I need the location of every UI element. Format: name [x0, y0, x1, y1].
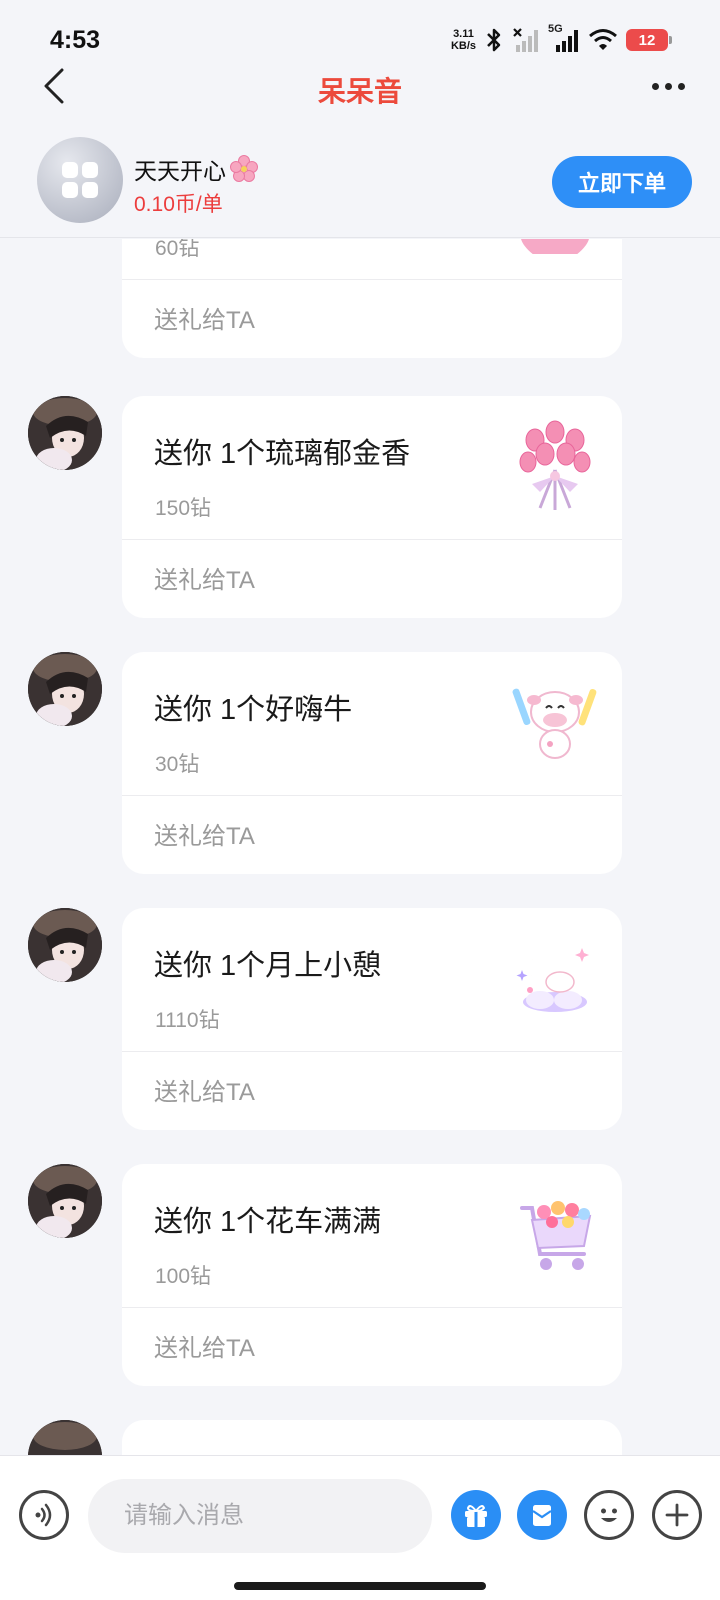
wifi-icon	[589, 29, 617, 50]
send-gift-link[interactable]: 送礼给TA	[154, 1072, 255, 1107]
card-divider	[122, 1307, 622, 1308]
page-title: 呆呆音	[317, 76, 402, 107]
card-divider	[122, 795, 622, 796]
avatar[interactable]	[28, 652, 102, 726]
gift-message	[0, 1420, 720, 1455]
service-name: 天天开心	[134, 152, 258, 186]
net-speed: 3.11 KB/s	[451, 28, 476, 52]
home-indicator[interactable]	[234, 1582, 486, 1590]
avatar[interactable]	[28, 1420, 102, 1455]
status-icons: 3.11 KB/s 5G 12	[451, 23, 672, 56]
gift-message: 送你 1个月上小憩 1110钻 送礼给TA	[0, 908, 720, 1130]
send-gift-link[interactable]: 送礼给TA	[154, 560, 255, 595]
send-gift-link[interactable]: 送礼给TA	[154, 300, 255, 335]
gift-title: 送你 1个琉璃郁金香	[154, 438, 411, 470]
user-avatar-icon	[28, 652, 102, 726]
red-packet-button[interactable]	[517, 1490, 567, 1540]
top-header: 呆呆音	[0, 60, 720, 112]
service-price: 0.10币/单	[134, 193, 223, 216]
gift-card[interactable]: 送你 1个好嗨牛 30钻 送礼给TA	[122, 652, 622, 874]
more-dot-icon	[651, 82, 659, 90]
emoji-icon	[601, 1508, 617, 1522]
chat-list[interactable]: 60钻 送礼给TA 送你 1个琉璃郁金香 150钻 送礼给TA 送你 1个好嗨牛…	[0, 239, 720, 1455]
gift-message: 送你 1个琉璃郁金香 150钻 送礼给TA	[0, 396, 720, 618]
gift-title: 送你 1个月上小憩	[154, 950, 382, 982]
gift-title: 送你 1个花车满满	[154, 1206, 382, 1238]
gift-price: 100钻	[155, 1265, 212, 1288]
more-dot-icon	[677, 82, 685, 90]
red-packet-icon	[532, 1505, 552, 1526]
battery-indicator: 12	[626, 29, 672, 51]
gift-card[interactable]	[122, 1420, 622, 1455]
gift-card[interactable]: 送你 1个月上小憩 1110钻 送礼给TA	[122, 908, 622, 1130]
more-actions-button[interactable]	[652, 1490, 702, 1540]
plus-icon	[665, 1503, 689, 1527]
heart-gift-icon	[521, 239, 589, 254]
net-speed-value: 3.11	[453, 28, 474, 40]
emoji-button[interactable]	[584, 1490, 634, 1540]
service-name-text: 天天开心	[134, 158, 226, 184]
card-divider	[122, 1051, 622, 1052]
net-speed-unit: KB/s	[450, 40, 476, 52]
gift-card[interactable]: 送你 1个琉璃郁金香 150钻 送礼给TA	[122, 396, 622, 618]
gift-message: 送你 1个好嗨牛 30钻 送礼给TA	[0, 652, 720, 874]
gift-title: 送你 1个好嗨牛	[154, 694, 353, 726]
gift-button[interactable]	[451, 1490, 501, 1540]
bluetooth-icon	[487, 28, 501, 52]
network-5g: 5G	[548, 23, 580, 53]
gift-price: 30钻	[155, 753, 200, 776]
input-bar	[0, 1455, 720, 1600]
gift-price: 150钻	[155, 497, 212, 520]
gift-price: 60钻	[155, 239, 200, 260]
gift-message: 60钻 送礼给TA	[0, 239, 720, 358]
card-divider	[122, 539, 622, 540]
voice-button[interactable]	[19, 1490, 69, 1540]
service-avatar[interactable]	[37, 137, 123, 223]
gift-price: 1110钻	[155, 1009, 220, 1032]
gift-card[interactable]: 送你 1个花车满满 100钻 送礼给TA	[122, 1164, 622, 1386]
send-gift-link[interactable]: 送礼给TA	[154, 1328, 255, 1363]
avatar[interactable]	[28, 1164, 102, 1238]
gift-message: 送你 1个花车满满 100钻 送礼给TA	[0, 1164, 720, 1386]
gift-card[interactable]: 60钻 送礼给TA	[122, 239, 622, 358]
user-avatar-icon	[28, 396, 102, 470]
avatar[interactable]	[28, 396, 102, 470]
order-now-button[interactable]: 立即下单	[552, 156, 692, 208]
more-options-button[interactable]	[644, 66, 692, 106]
avatar[interactable]	[28, 908, 102, 982]
service-bar: 天天开心 0.10币/单 立即下单	[0, 130, 720, 238]
user-avatar-icon	[28, 1420, 102, 1455]
flower-cart-icon	[520, 1201, 592, 1270]
status-time: 4:53	[50, 26, 101, 54]
happy-cow-icon	[512, 688, 597, 759]
signal-icon	[556, 30, 578, 52]
user-avatar-icon	[28, 908, 102, 982]
user-avatar-icon	[28, 1164, 102, 1238]
moon-nap-icon	[516, 948, 589, 1012]
voice-icon	[35, 1503, 52, 1527]
more-dot-icon	[664, 82, 672, 90]
signal-muted-icon	[513, 28, 538, 52]
cherry-blossom-icon	[230, 155, 258, 182]
card-divider	[122, 279, 622, 280]
apps-grid-icon	[62, 162, 98, 198]
send-gift-link[interactable]: 送礼给TA	[154, 816, 255, 851]
tulip-bouquet-icon	[519, 420, 591, 510]
gift-icon	[465, 1505, 487, 1527]
message-input[interactable]	[88, 1479, 432, 1553]
